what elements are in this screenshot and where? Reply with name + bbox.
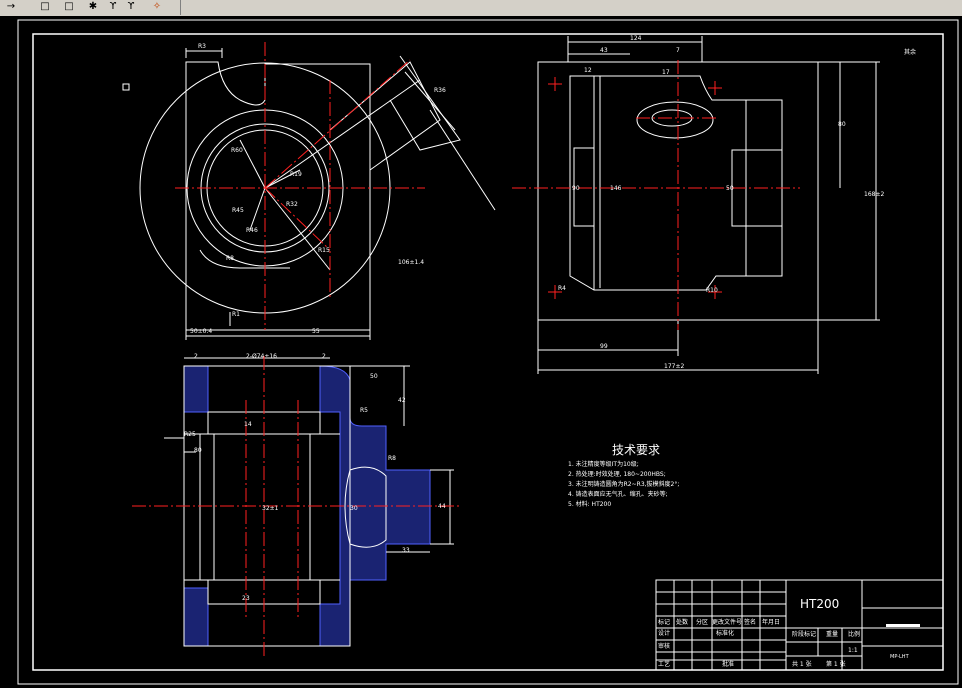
tech-item: 5. 材料: HT200 xyxy=(568,500,611,508)
svg-text:44: 44 xyxy=(438,503,446,510)
square2-icon[interactable]: □ xyxy=(62,0,76,12)
svg-text:标准化: 标准化 xyxy=(716,629,734,637)
svg-text:50: 50 xyxy=(370,373,378,380)
svg-text:R8: R8 xyxy=(226,255,234,262)
svg-text:23: 23 xyxy=(242,595,250,602)
front-view-centerlines xyxy=(175,42,425,330)
svg-text:50: 50 xyxy=(726,185,734,192)
svg-text:7: 7 xyxy=(676,47,680,54)
svg-text:年月日: 年月日 xyxy=(762,618,780,626)
tech-item: 1. 未注精度等级IT为10级; xyxy=(568,460,639,468)
svg-text:80: 80 xyxy=(838,121,846,128)
side-view xyxy=(537,36,880,374)
cad-canvas[interactable]: R3 55 50±0.4 R1 R60 R45 R46 R32 R19 R8 R… xyxy=(0,16,962,688)
svg-text:R19: R19 xyxy=(290,171,302,178)
svg-text:2: 2 xyxy=(194,353,198,360)
small-marker xyxy=(122,83,130,91)
svg-text:177±2: 177±2 xyxy=(664,363,684,370)
square-icon[interactable]: □ xyxy=(38,0,52,12)
svg-text:12: 12 xyxy=(584,67,592,74)
svg-text:重量: 重量 xyxy=(826,630,838,638)
tech-item: 3. 未注明铸造圆角为R2~R3,拔模斜度2°; xyxy=(568,480,679,488)
curve2-icon[interactable]: ϒ xyxy=(124,0,138,12)
svg-text:R4: R4 xyxy=(558,285,566,292)
tech-requirements: 技术要求 1. 未注精度等级IT为10级; 2. 热处理:时效处理, 180~2… xyxy=(568,443,679,508)
svg-text:2: 2 xyxy=(322,353,326,360)
svg-text:签名: 签名 xyxy=(744,618,756,626)
svg-text:R3: R3 xyxy=(198,43,206,50)
svg-text:处数: 处数 xyxy=(676,618,688,626)
tech-title: 技术要求 xyxy=(612,443,660,457)
svg-text:MP-LHT: MP-LHT xyxy=(890,654,910,660)
svg-text:更改文件号: 更改文件号 xyxy=(712,618,742,626)
arrow-icon[interactable]: → xyxy=(4,0,18,12)
svg-text:其余: 其余 xyxy=(904,48,916,56)
svg-text:80: 80 xyxy=(194,447,202,454)
svg-text:设计: 设计 xyxy=(658,629,670,637)
svg-text:99: 99 xyxy=(600,343,608,350)
svg-text:批准: 批准 xyxy=(722,660,734,668)
toolbar-strip: → □ □ ✱ ϒ ϒ ✧ xyxy=(0,0,181,15)
svg-text:106±1.4: 106±1.4 xyxy=(398,259,424,266)
toolbar: → □ □ ✱ ϒ ϒ ✧ xyxy=(0,0,962,17)
material-label: HT200 xyxy=(800,597,839,611)
svg-text:146: 146 xyxy=(610,185,622,192)
svg-text:50±0.4: 50±0.4 xyxy=(190,328,212,335)
svg-text:32±1: 32±1 xyxy=(262,505,279,512)
svg-text:R25: R25 xyxy=(184,431,196,438)
svg-text:比例: 比例 xyxy=(848,630,860,638)
svg-text:R60: R60 xyxy=(231,147,243,154)
svg-text:R46: R46 xyxy=(246,227,258,234)
svg-text:R1: R1 xyxy=(232,311,240,318)
svg-text:17: 17 xyxy=(662,69,670,76)
inner-border xyxy=(32,33,944,671)
tool-icon[interactable]: ✧ xyxy=(150,0,164,12)
svg-text:第 1 张: 第 1 张 xyxy=(826,660,846,668)
svg-text:30: 30 xyxy=(350,505,358,512)
tech-item: 2. 热处理:时效处理, 180~200HBS; xyxy=(568,470,666,478)
svg-text:R8: R8 xyxy=(388,455,396,462)
svg-text:168±2: 168±2 xyxy=(864,191,884,198)
svg-text:42: 42 xyxy=(398,397,406,404)
drawing-svg: R3 55 50±0.4 R1 R60 R45 R46 R32 R19 R8 R… xyxy=(17,19,959,685)
tech-item: 4. 铸造表面应无气孔、缩孔、夹砂等; xyxy=(568,490,668,498)
svg-text:90: 90 xyxy=(572,185,580,192)
front-view-dims: R3 55 50±0.4 R1 R60 R45 R46 R32 R19 R8 R… xyxy=(190,43,446,335)
svg-text:标记: 标记 xyxy=(658,618,670,626)
outer-border xyxy=(17,19,959,685)
svg-text:R32: R32 xyxy=(286,201,298,208)
svg-text:R10: R10 xyxy=(706,287,718,294)
svg-text:R5: R5 xyxy=(360,407,368,414)
svg-text:14: 14 xyxy=(244,421,252,428)
svg-text:43: 43 xyxy=(600,47,608,54)
curve-icon[interactable]: ϒ xyxy=(106,0,120,12)
svg-text:R45: R45 xyxy=(232,207,244,214)
svg-text:2-Ø74±16: 2-Ø74±16 xyxy=(246,353,277,360)
svg-text:R15: R15 xyxy=(318,247,330,254)
svg-text:工艺: 工艺 xyxy=(658,660,670,668)
svg-text:R36: R36 xyxy=(434,87,446,94)
svg-text:审核: 审核 xyxy=(658,642,670,650)
gear-icon[interactable]: ✱ xyxy=(86,0,100,12)
svg-text:分区: 分区 xyxy=(696,618,708,626)
svg-text:124: 124 xyxy=(630,35,642,42)
svg-text:33: 33 xyxy=(402,547,410,554)
svg-text:阶段标记: 阶段标记 xyxy=(792,630,816,638)
svg-text:共 1 张: 共 1 张 xyxy=(792,660,812,668)
svg-text:55: 55 xyxy=(312,328,320,335)
svg-text:1:1: 1:1 xyxy=(848,647,858,654)
